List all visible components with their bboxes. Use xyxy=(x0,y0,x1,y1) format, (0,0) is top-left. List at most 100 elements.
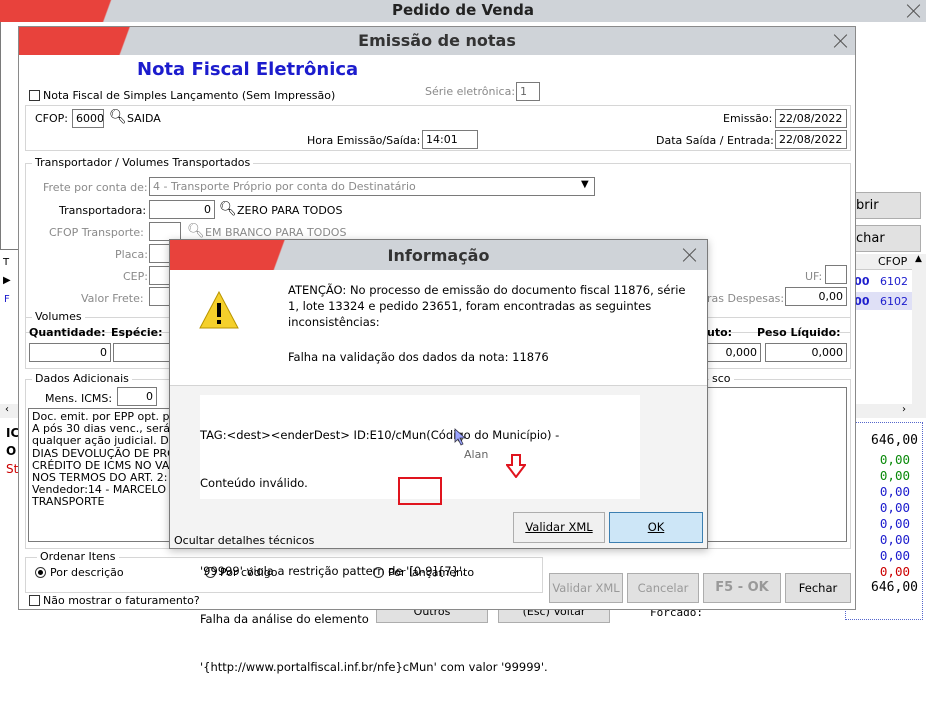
search-icon[interactable]: 🔍︎ xyxy=(219,201,237,217)
total-line: 0,00 xyxy=(879,452,910,467)
hora-label: Hora Emissão/Saída: xyxy=(307,134,421,147)
ok-button[interactable]: OK xyxy=(609,512,703,543)
bottom-left-o: O xyxy=(6,444,17,458)
transportadora-desc: ZERO PARA TODOS xyxy=(237,204,343,217)
hora-field[interactable]: 14:01 xyxy=(422,130,478,149)
serie-label: Série eletrônica: xyxy=(425,85,516,98)
uf-label: UF: xyxy=(805,270,823,283)
cursor-tooltip: Alan xyxy=(464,448,489,461)
especie-label: Espécie: xyxy=(111,326,163,339)
info-close-icon[interactable] xyxy=(680,245,700,265)
grid-row-2[interactable]: ,00 6102 xyxy=(850,292,912,310)
grid-row-2-cfop: 6102 xyxy=(880,295,908,308)
nao-mostrar-label: Não mostrar o faturamento? xyxy=(43,594,200,607)
radio-descricao[interactable] xyxy=(35,567,46,578)
grid-row-1[interactable]: ,00 6102 xyxy=(850,273,912,290)
total-line: 0,00 xyxy=(879,500,910,515)
emissao-field[interactable]: 22/08/2022 xyxy=(775,109,847,128)
nao-mostrar-checkbox[interactable] xyxy=(29,595,40,606)
scroll-up-icon[interactable]: ▲ xyxy=(915,254,922,264)
grid-marker-f: F xyxy=(4,294,10,305)
radio-dot xyxy=(38,570,43,575)
cfop-transporte-desc: EM BRANCO PARA TODOS xyxy=(205,226,347,239)
valor-frete-label: Valor Frete: xyxy=(81,292,144,305)
peso-liquido-field[interactable]: 0,000 xyxy=(765,343,847,362)
validar-xml-button[interactable]: Validar XML xyxy=(513,512,605,543)
right-group-title: sco xyxy=(709,372,734,385)
placa-label: Placa: xyxy=(115,248,148,261)
transportadora-label: Transportadora: xyxy=(59,204,147,217)
info-title-bar: Informação xyxy=(170,240,707,270)
chevron-down-icon[interactable]: ▼ xyxy=(581,179,589,190)
quantidade-label: Quantidade: xyxy=(29,326,106,339)
frete-label: Frete por conta de: xyxy=(43,181,148,194)
info-failure-message: Falha na validação dos dados da nota: 11… xyxy=(288,350,549,364)
hide-details-link[interactable]: Ocultar detalhes técnicos xyxy=(174,534,314,547)
details-line: '99999' viola a restrição pattern de '[0… xyxy=(200,564,466,578)
warning-icon xyxy=(199,290,239,329)
emissao-title-bar: Emissão de notas xyxy=(19,27,855,55)
peso-bruto-field[interactable]: 0,000 xyxy=(705,343,761,362)
mens-icms-label: Mens. ICMS: xyxy=(45,392,113,405)
search-icon[interactable]: 🔍︎ xyxy=(109,109,127,125)
fechar-bg-button[interactable]: char xyxy=(853,225,921,252)
dados-line: qualquer ação judicial. De xyxy=(32,434,176,448)
grid-header: CFOP xyxy=(850,254,912,270)
emissao-title: Emissão de notas xyxy=(358,31,516,50)
outras-despesas-field[interactable]: 0,00 xyxy=(785,287,847,306)
scroll-left-icon[interactable]: ‹ xyxy=(5,404,9,415)
data-saida-field[interactable]: 22/08/2022 xyxy=(775,130,847,149)
dados-line: TRANSPORTE xyxy=(32,495,105,509)
simples-checkbox[interactable] xyxy=(29,90,40,101)
info-dialog: Informação ATENÇÃO: No processo de emiss… xyxy=(169,239,708,674)
quantidade-field[interactable]: 0 xyxy=(29,343,111,362)
serie-field[interactable]: 1 xyxy=(516,82,540,101)
scroll-right-icon[interactable]: › xyxy=(902,404,906,415)
cfop-label: CFOP: xyxy=(35,112,69,125)
total-line: 0,00 xyxy=(879,484,910,499)
details-panel: TAG:<dest><enderDest> ID:E10/cMun(Código… xyxy=(170,385,707,674)
highlight-box xyxy=(398,477,442,505)
total-line: 0,00 xyxy=(879,564,910,579)
arrow-down-icon xyxy=(506,454,526,478)
right-textarea[interactable] xyxy=(705,387,847,542)
hscroll-right[interactable]: › xyxy=(850,404,926,418)
f5-ok-button[interactable]: F5 - OK xyxy=(703,573,781,603)
mouse-cursor-icon xyxy=(454,428,467,446)
especie-field[interactable] xyxy=(113,343,171,362)
cep-label: CEP: xyxy=(123,270,148,283)
grid-scrollbar[interactable]: ▲ xyxy=(912,254,926,404)
details-line: TAG:<dest><enderDest> ID:E10/cMun(Código… xyxy=(200,428,560,442)
abrir-button[interactable]: brir xyxy=(853,192,921,219)
pedido-close-icon[interactable] xyxy=(904,1,924,21)
cfop-transporte-label: CFOP Transporte: xyxy=(49,226,144,239)
cfop-desc: SAIDA xyxy=(127,112,161,125)
ordenar-group-title: Ordenar Itens xyxy=(37,550,119,563)
data-saida-label: Data Saída / Entrada: xyxy=(656,134,774,147)
search-icon[interactable]: 🔍︎ xyxy=(187,223,205,239)
row-pointer-icon: ▶ xyxy=(3,275,11,286)
emissao-close-icon[interactable] xyxy=(831,31,851,51)
total-line: 0,00 xyxy=(879,468,910,483)
peso-bruto-label: uto: xyxy=(707,326,733,339)
transportadora-field[interactable]: 0 xyxy=(149,200,215,219)
grid-row-1-cfop: 6102 xyxy=(880,275,908,288)
dados-line: DIAS DEVOLUÇÃO DE PRO xyxy=(32,446,176,460)
volumes-group-title: Volumes xyxy=(32,310,85,323)
grand-total: 646,00 xyxy=(871,580,918,595)
details-line: Falha da análise do elemento xyxy=(200,612,369,626)
dados-textarea[interactable]: Doc. emit. por EPP opt. pe A pós 30 dias… xyxy=(28,408,178,542)
mens-icms-field[interactable]: 0 xyxy=(117,387,157,406)
pedido-title-bar: Pedido de Venda xyxy=(0,0,926,22)
simples-checkbox-label: Nota Fiscal de Simples Lançamento (Sem I… xyxy=(43,89,336,102)
peso-liquido-label: Peso Líquido: xyxy=(757,326,841,339)
grid-header-cfop: CFOP xyxy=(878,255,908,268)
total-line: 0,00 xyxy=(879,548,910,563)
cfop-field[interactable]: 6000 xyxy=(72,109,104,128)
transport-group-title: Transportador / Volumes Transportados xyxy=(32,156,254,169)
uf-field[interactable] xyxy=(825,265,847,284)
frete-select[interactable]: 4 - Transporte Próprio por conta do Dest… xyxy=(149,177,595,196)
nfe-heading: Nota Fiscal Eletrônica xyxy=(137,59,359,80)
info-message: ATENÇÃO: No processo de emissão do docum… xyxy=(288,283,686,329)
fechar-button[interactable]: Fechar xyxy=(785,573,851,603)
